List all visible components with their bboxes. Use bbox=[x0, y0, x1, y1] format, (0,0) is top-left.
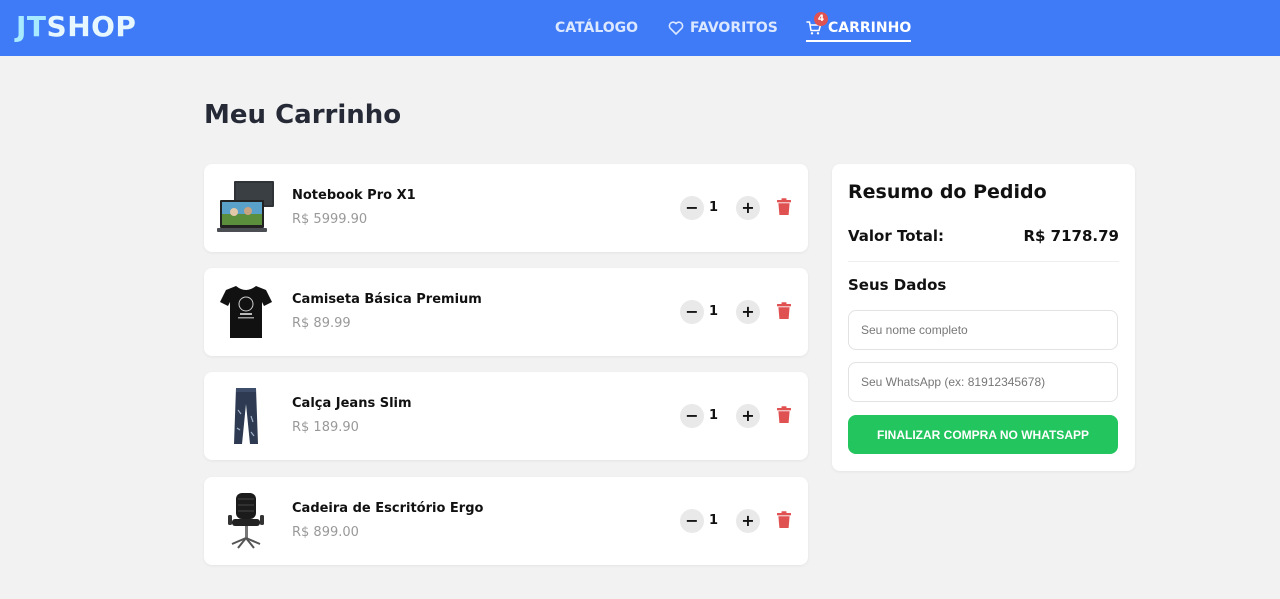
item-price: R$ 899.00 bbox=[292, 525, 359, 540]
navbar: JTSHOP CATÁLOGO FAVORITOS 4 CARRINHO bbox=[0, 0, 1280, 56]
quantity-value: 1 bbox=[709, 304, 719, 319]
cart-count-badge: 4 bbox=[814, 12, 828, 26]
quantity-value: 1 bbox=[709, 200, 719, 215]
cart-item: Notebook Pro X1 R$ 5999.90 − 1 + bbox=[204, 164, 808, 252]
nav-link-favorites-label: FAVORITOS bbox=[690, 20, 778, 36]
jeans-image bbox=[234, 388, 258, 444]
nav-link-favorites[interactable]: FAVORITOS bbox=[668, 16, 778, 40]
item-name: Calça Jeans Slim bbox=[292, 396, 412, 411]
item-price: R$ 5999.90 bbox=[292, 212, 368, 227]
customer-data-title: Seus Dados bbox=[848, 276, 947, 294]
trash-icon[interactable] bbox=[776, 406, 792, 424]
item-price: R$ 89.99 bbox=[292, 316, 351, 331]
summary-divider bbox=[848, 261, 1119, 262]
brand-logo-part2: SHOP bbox=[46, 10, 137, 43]
cart-item: Camiseta Básica Premium R$ 89.99 − 1 + bbox=[204, 268, 808, 356]
item-price: R$ 189.90 bbox=[292, 420, 359, 435]
quantity-value: 1 bbox=[709, 513, 719, 528]
cart-item: Calça Jeans Slim R$ 189.90 − 1 + bbox=[204, 372, 808, 460]
nav-link-cart[interactable]: 4 CARRINHO bbox=[806, 12, 912, 42]
heart-icon bbox=[668, 21, 684, 35]
whatsapp-input[interactable] bbox=[848, 362, 1118, 402]
office-chair-image bbox=[228, 493, 264, 549]
decrease-quantity-button[interactable]: − bbox=[680, 509, 704, 533]
decrease-quantity-button[interactable]: − bbox=[680, 300, 704, 324]
decrease-quantity-button[interactable]: − bbox=[680, 196, 704, 220]
brand-logo-part1: JT bbox=[16, 10, 47, 43]
increase-quantity-button[interactable]: + bbox=[736, 404, 760, 428]
order-summary-title: Resumo do Pedido bbox=[848, 181, 1047, 203]
total-value: R$ 7178.79 bbox=[1023, 227, 1119, 245]
nav-link-catalog-label: CATÁLOGO bbox=[555, 20, 639, 36]
brand-logo[interactable]: JTSHOP bbox=[16, 10, 136, 44]
total-label: Valor Total: bbox=[848, 227, 944, 245]
item-name: Camiseta Básica Premium bbox=[292, 292, 482, 307]
nav-link-cart-label: CARRINHO bbox=[828, 20, 912, 36]
order-summary-panel: Resumo do Pedido Valor Total: R$ 7178.79… bbox=[832, 164, 1135, 471]
trash-icon[interactable] bbox=[776, 511, 792, 529]
cart-item: Cadeira de Escritório Ergo R$ 899.00 − 1… bbox=[204, 477, 808, 565]
name-input[interactable] bbox=[848, 310, 1118, 350]
quantity-value: 1 bbox=[709, 408, 719, 423]
trash-icon[interactable] bbox=[776, 198, 792, 216]
item-name: Cadeira de Escritório Ergo bbox=[292, 501, 484, 516]
increase-quantity-button[interactable]: + bbox=[736, 300, 760, 324]
trash-icon[interactable] bbox=[776, 302, 792, 320]
cart-icon: 4 bbox=[806, 12, 828, 36]
page-title: Meu Carrinho bbox=[204, 100, 402, 130]
t-shirt-image bbox=[220, 286, 272, 338]
checkout-whatsapp-button[interactable]: FINALIZAR COMPRA NO WHATSAPP bbox=[848, 415, 1118, 454]
increase-quantity-button[interactable]: + bbox=[736, 196, 760, 220]
increase-quantity-button[interactable]: + bbox=[736, 509, 760, 533]
decrease-quantity-button[interactable]: − bbox=[680, 404, 704, 428]
item-name: Notebook Pro X1 bbox=[292, 188, 416, 203]
nav-link-catalog[interactable]: CATÁLOGO bbox=[555, 16, 638, 40]
laptop-image bbox=[217, 181, 274, 232]
